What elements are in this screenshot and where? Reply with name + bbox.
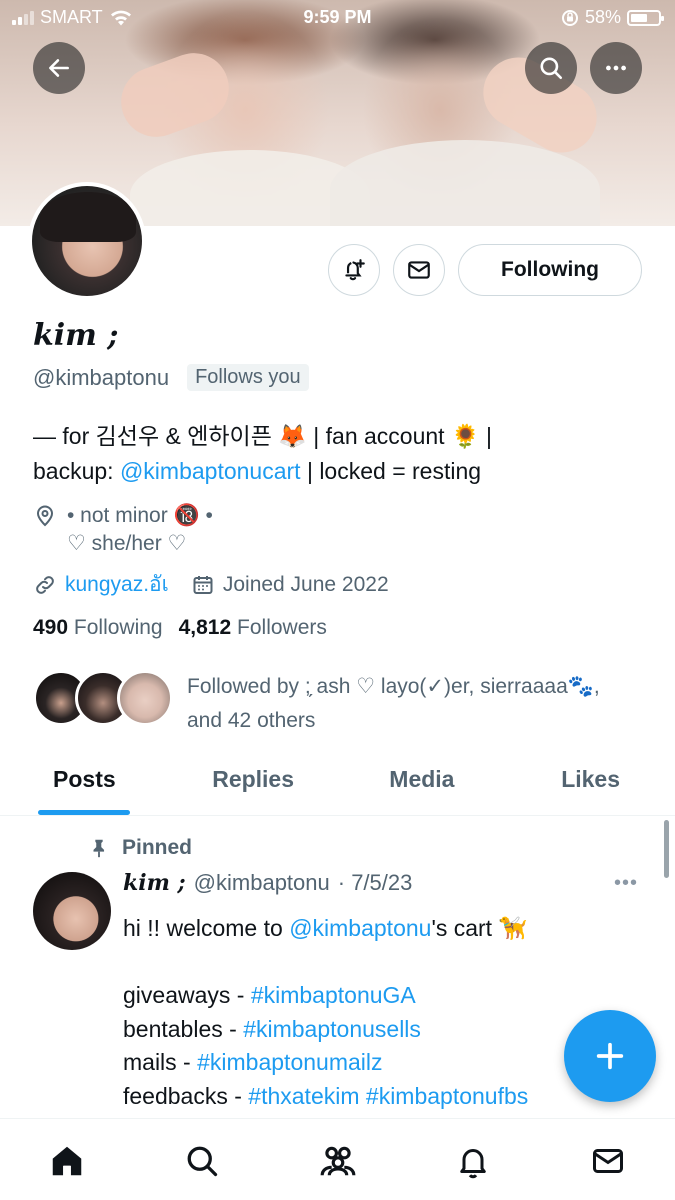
post-author-name[interactable]: kim ; bbox=[123, 870, 186, 896]
follower-avatars bbox=[33, 670, 173, 738]
tab-replies[interactable]: Replies bbox=[169, 754, 338, 815]
post-hashtag[interactable]: #kimbaptonusells bbox=[243, 1016, 421, 1042]
bio-line-2: backup: @kimbaptonucart | locked = resti… bbox=[33, 454, 653, 489]
followed-by-line: and 42 others bbox=[187, 709, 316, 732]
post-hashtag[interactable]: #kimbaptonumailz bbox=[197, 1049, 382, 1075]
tab-media[interactable]: Media bbox=[338, 754, 507, 815]
rotation-lock-icon bbox=[561, 9, 578, 26]
tab-posts[interactable]: Posts bbox=[0, 754, 169, 815]
post-more-icon[interactable]: ••• bbox=[614, 872, 638, 895]
search-icon bbox=[540, 57, 563, 80]
status-bar: SMART 9:59 PM 58% bbox=[0, 0, 675, 36]
post-body[interactable]: hi !! welcome to @kimbaptonu's cart 🦮 gi… bbox=[123, 912, 643, 1113]
battery-percent: 58% bbox=[584, 7, 621, 27]
meta-row: kungyaz.อัเ Joined June 2022 bbox=[33, 568, 411, 601]
post-spacer bbox=[123, 946, 643, 980]
compose-button[interactable] bbox=[564, 1010, 656, 1102]
bell-plus-icon bbox=[345, 259, 365, 281]
notifications-icon bbox=[460, 1149, 486, 1179]
nav-notifications[interactable] bbox=[453, 1141, 493, 1181]
post-hashtag[interactable]: #thxatekim #kimbaptonufbs bbox=[248, 1083, 528, 1109]
post-avatar[interactable] bbox=[33, 872, 111, 950]
avatar bbox=[117, 670, 173, 726]
pinned-label-row: Pinned bbox=[88, 836, 192, 860]
website-link[interactable]: kungyaz.อัเ bbox=[65, 568, 169, 601]
post-date: · 7/5/23 bbox=[337, 870, 413, 895]
post-hashtag[interactable]: #kimbaptonuGA bbox=[251, 982, 416, 1008]
following-count: 490 bbox=[33, 616, 69, 639]
plus-icon bbox=[596, 1042, 624, 1070]
more-icon bbox=[606, 65, 626, 71]
website-item[interactable]: kungyaz.อัเ bbox=[33, 568, 169, 601]
post-text: 's cart 🦮 bbox=[431, 915, 528, 941]
post-header: kim ; @kimbaptonu · 7/5/23 bbox=[123, 870, 412, 896]
post-line: bentables - #kimbaptonusells bbox=[123, 1013, 643, 1047]
follows-you-badge: Follows you bbox=[187, 364, 309, 391]
followed-by-text: Followed by ;̗ ash ♡ layo(✓)er, sierraaa… bbox=[187, 670, 647, 738]
post-text: feedbacks - bbox=[123, 1082, 249, 1109]
bio-line-1: — for 김선우 & 엔하이픈 🦊 | fan account 🌻 | bbox=[33, 423, 492, 449]
post-line: feedbacks - #thxatekim #kimbaptonufbs bbox=[123, 1080, 643, 1114]
banner-decor bbox=[330, 140, 600, 226]
followers-label: Followers bbox=[237, 616, 327, 639]
handle-row: @kimbaptonu Follows you bbox=[33, 364, 309, 391]
display-name: kim ; bbox=[33, 318, 119, 353]
search-icon bbox=[187, 1146, 218, 1177]
banner-decor bbox=[111, 43, 239, 147]
scrollbar[interactable] bbox=[664, 820, 669, 878]
search-button[interactable] bbox=[525, 42, 577, 94]
mail-icon bbox=[408, 261, 430, 279]
profile-tabs: Posts Replies Media Likes bbox=[0, 754, 675, 816]
location-line: ♡ she/her ♡ bbox=[67, 532, 187, 555]
pin-icon bbox=[93, 839, 105, 858]
nav-home[interactable] bbox=[47, 1141, 87, 1181]
more-options-button[interactable] bbox=[590, 42, 642, 94]
calendar-icon bbox=[193, 575, 213, 594]
bio-mention-link[interactable]: @kimbaptonucart bbox=[120, 458, 301, 484]
profile-avatar[interactable] bbox=[28, 182, 146, 300]
battery-icon bbox=[627, 9, 664, 26]
location-text: • not minor 🔞 • ♡ she/her ♡ bbox=[67, 502, 213, 558]
communities-icon bbox=[320, 1146, 356, 1176]
joined-date: Joined June 2022 bbox=[222, 572, 389, 596]
tab-likes[interactable]: Likes bbox=[506, 754, 675, 815]
following-button[interactable]: Following bbox=[458, 244, 642, 296]
pinned-label: Pinned bbox=[122, 836, 193, 859]
post-mention[interactable]: @kimbaptonu bbox=[289, 915, 431, 941]
arrow-left-icon bbox=[49, 59, 69, 77]
nav-search[interactable] bbox=[182, 1141, 222, 1181]
bio-text: | locked = resting bbox=[300, 458, 482, 484]
follow-stats: 490 Following 4,812 Followers bbox=[33, 616, 327, 640]
nav-messages[interactable] bbox=[588, 1141, 628, 1181]
post-line: giveaways - #kimbaptonuGA bbox=[123, 979, 643, 1013]
status-right: 58% bbox=[561, 7, 664, 28]
followers-stat[interactable]: 4,812 Followers bbox=[179, 616, 327, 640]
followers-count: 4,812 bbox=[178, 616, 232, 639]
link-icon bbox=[36, 575, 54, 594]
back-button[interactable] bbox=[33, 42, 85, 94]
following-label: Following bbox=[73, 616, 163, 639]
followed-by-line: Followed by ;̗ ash ♡ layo(✓)er, sierraaa… bbox=[187, 675, 600, 698]
post-text: hi !! welcome to bbox=[123, 915, 290, 941]
post-author-handle: @kimbaptonu bbox=[193, 870, 330, 895]
followed-by-row[interactable]: Followed by ;̗ ash ♡ layo(✓)er, sierraaa… bbox=[33, 670, 647, 738]
home-icon bbox=[52, 1146, 82, 1176]
profile-bio: — for 김선우 & 엔하이픈 🦊 | fan account 🌻 | bac… bbox=[33, 419, 653, 489]
post-text: giveaways - bbox=[123, 982, 251, 1008]
post-text: bentables - bbox=[123, 1015, 244, 1042]
location-line: • not minor 🔞 • bbox=[67, 504, 213, 527]
post-line: hi !! welcome to @kimbaptonu's cart 🦮 bbox=[123, 912, 643, 946]
post-text: mails - bbox=[123, 1049, 198, 1075]
message-button[interactable] bbox=[393, 244, 445, 296]
user-handle: @kimbaptonu bbox=[33, 364, 170, 390]
messages-icon bbox=[593, 1149, 623, 1173]
location-row: • not minor 🔞 • ♡ she/her ♡ bbox=[33, 502, 213, 558]
notifications-toggle-button[interactable] bbox=[328, 244, 380, 296]
nav-communities[interactable] bbox=[318, 1141, 358, 1181]
location-pin-icon bbox=[36, 505, 54, 527]
bio-text: backup: bbox=[33, 458, 120, 484]
joined-item: Joined June 2022 bbox=[191, 573, 389, 597]
bottom-navigation bbox=[0, 1118, 675, 1200]
following-stat[interactable]: 490 Following bbox=[33, 616, 163, 640]
